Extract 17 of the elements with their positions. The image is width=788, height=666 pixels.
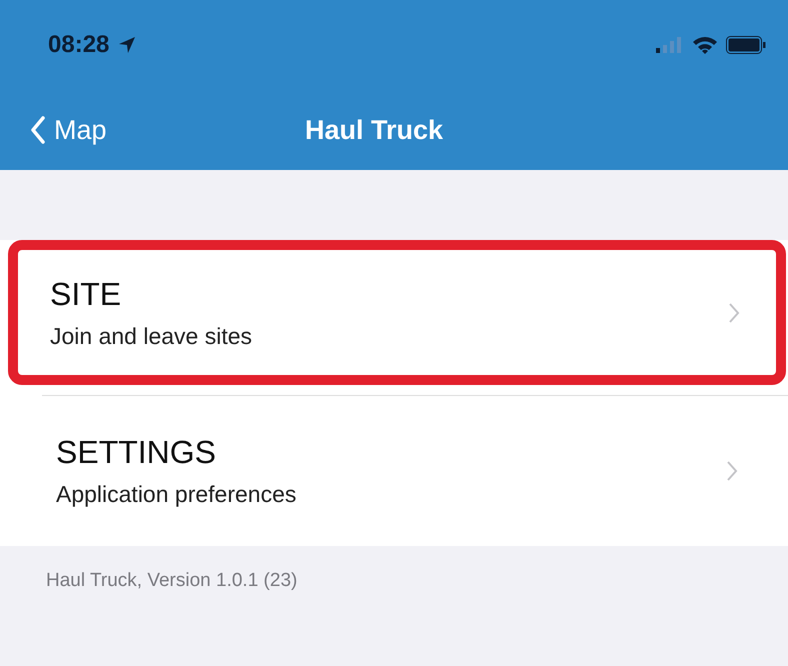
back-button[interactable]: Map <box>0 114 107 146</box>
chevron-icon <box>728 302 740 324</box>
status-time: 08:28 <box>48 31 110 59</box>
chevron-icon <box>726 460 738 482</box>
row-subtitle: Application preferences <box>56 481 298 508</box>
screen-title: Haul Truck <box>304 114 444 146</box>
battery-icon <box>726 36 766 54</box>
row-subtitle: Join and leave sites <box>50 322 254 350</box>
menu-row[interactable]: SITE Join and leave sites <box>8 240 786 385</box>
row-title: SETTINGS <box>56 434 218 471</box>
version-text: Haul Truck, Version 1.0.1 (23) <box>46 570 298 591</box>
menu-row[interactable]: SETTINGS Application preferences <box>4 396 784 546</box>
location-arrow-icon <box>117 35 138 55</box>
signal-icon <box>656 37 684 53</box>
back-chevron-icon <box>30 116 46 144</box>
wifi-icon <box>692 35 718 55</box>
row-title: SITE <box>50 276 122 312</box>
